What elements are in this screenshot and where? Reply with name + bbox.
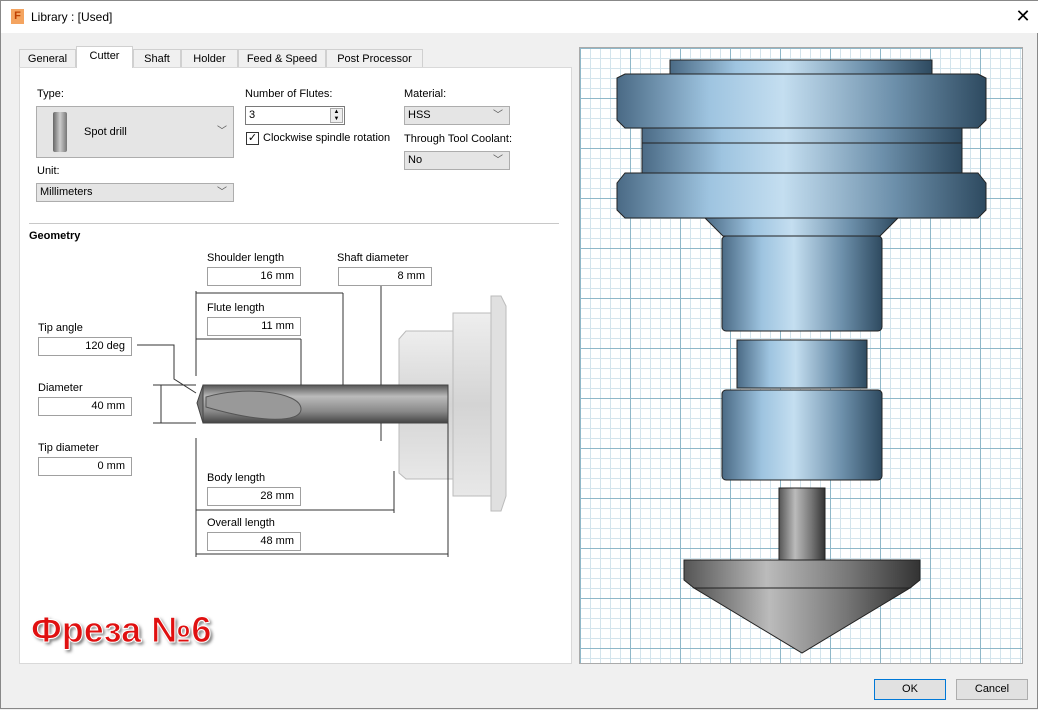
cancel-button[interactable]: Cancel <box>956 679 1028 700</box>
overlay-caption: Фреза №6 <box>30 609 212 651</box>
diameter-input[interactable]: 40 mm <box>38 397 132 416</box>
body-length-input[interactable]: 28 mm <box>207 487 301 506</box>
overall-length-label: Overall length <box>207 517 275 529</box>
tab-cutter[interactable]: Cutter <box>76 46 133 68</box>
tip-angle-input[interactable]: 120 deg <box>38 337 132 356</box>
overall-length-input[interactable]: 48 mm <box>207 532 301 551</box>
shoulder-length-label: Shoulder length <box>207 252 285 264</box>
tool-preview-viewport[interactable] <box>579 47 1023 664</box>
diameter-label: Diameter <box>38 382 83 394</box>
body-length-label: Body length <box>207 472 266 484</box>
tip-angle-label: Tip angle <box>38 322 83 334</box>
shaft-diameter-input[interactable]: 8 mm <box>338 267 432 286</box>
ok-button[interactable]: OK <box>874 679 946 700</box>
tip-diameter-label: Tip diameter <box>38 442 99 454</box>
spot-drill-drawing <box>196 384 449 424</box>
tip-diameter-input[interactable]: 0 mm <box>38 457 132 476</box>
tool-3d-preview <box>616 59 987 654</box>
flute-length-input[interactable]: 11 mm <box>207 317 301 336</box>
flute-length-label: Flute length <box>207 302 265 314</box>
shaft-diameter-label: Shaft diameter <box>337 252 409 264</box>
shoulder-length-input[interactable]: 16 mm <box>207 267 301 286</box>
close-icon[interactable]: ✕ <box>1011 5 1035 27</box>
